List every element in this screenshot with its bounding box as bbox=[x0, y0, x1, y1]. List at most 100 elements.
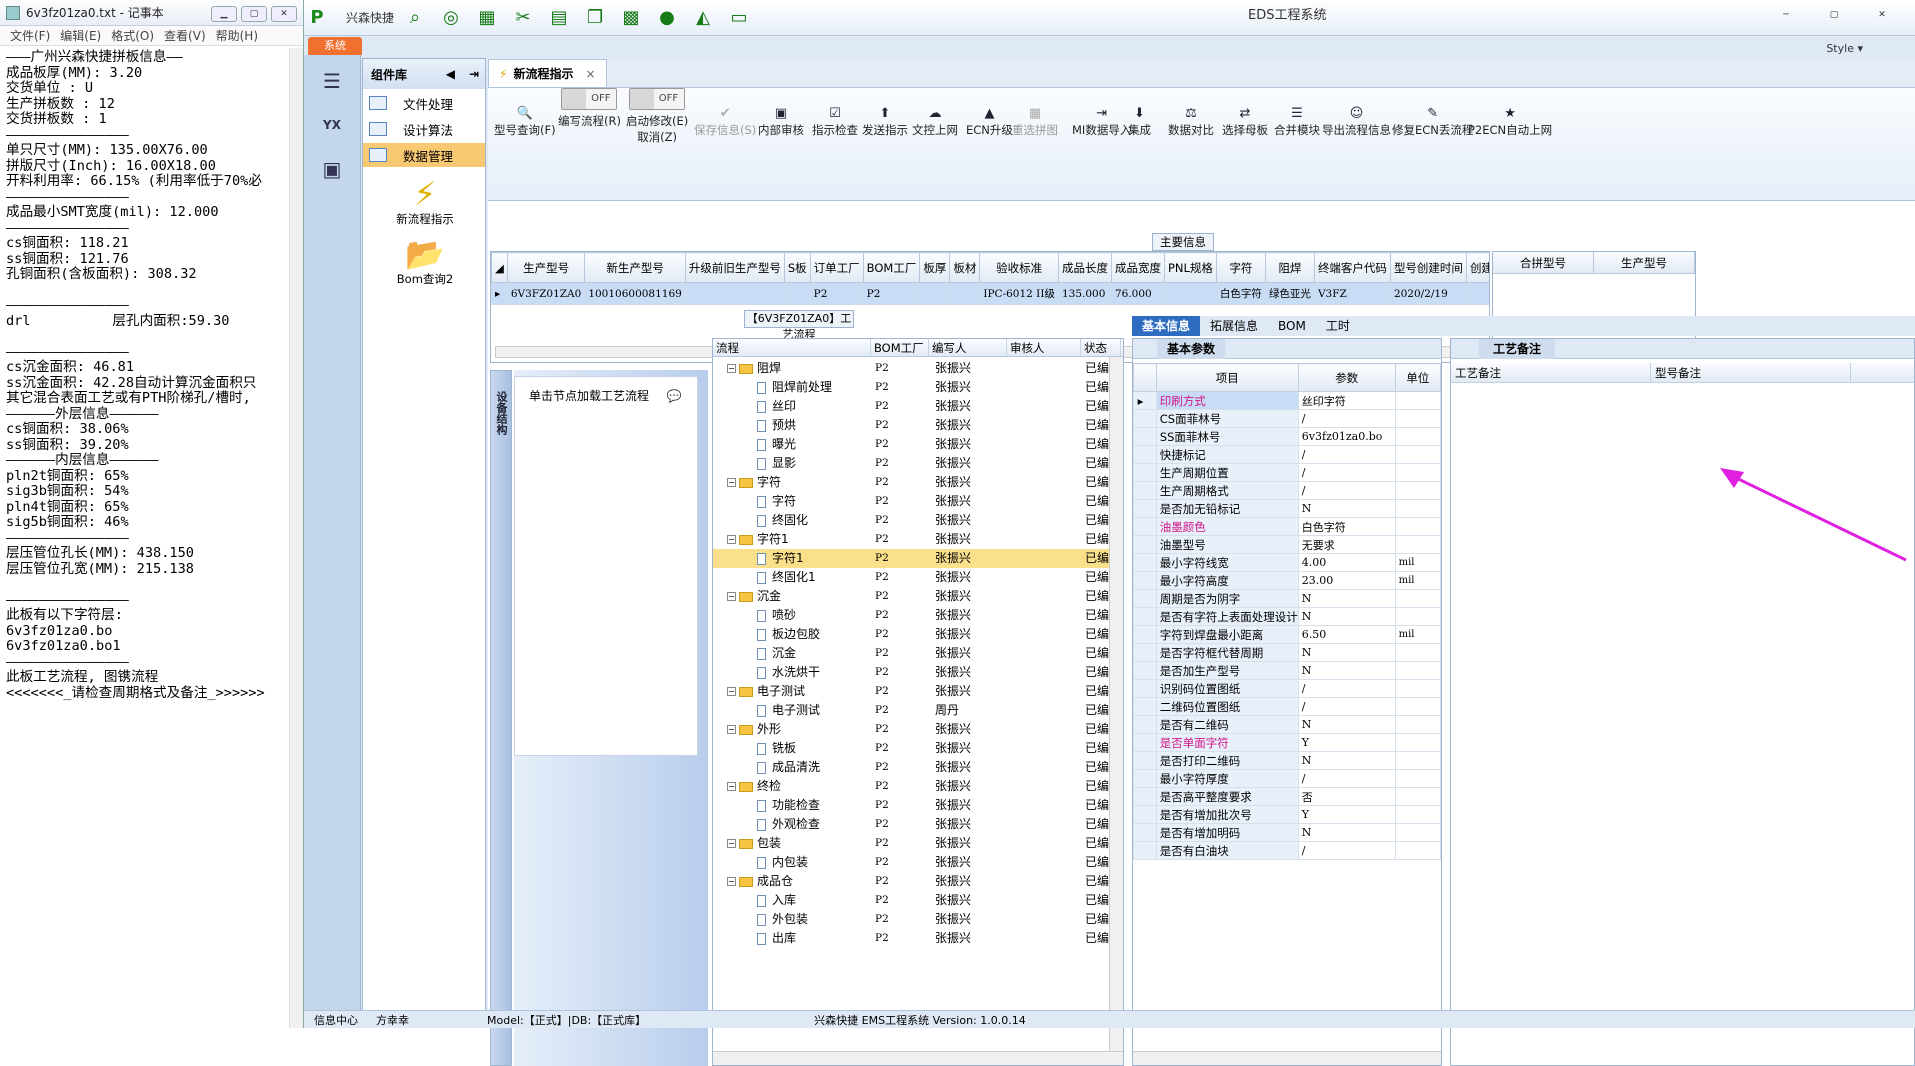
toolbar-button-17[interactable]: ★ P2ECN自动上网 bbox=[1468, 106, 1552, 138]
collapse-icon[interactable]: − bbox=[727, 687, 736, 696]
table-row[interactable]: 是否有白油块 / bbox=[1133, 841, 1442, 860]
param-value[interactable]: / bbox=[1297, 697, 1396, 716]
scissors-icon[interactable]: ✂ bbox=[510, 6, 536, 30]
table-row[interactable]: 字符到焊盘最小距离 6.50 mil bbox=[1133, 625, 1442, 644]
tab-basic-info[interactable]: 基本信息 bbox=[1132, 316, 1201, 336]
flow-row[interactable]: 显影 P2 张振兴 已编写 bbox=[713, 454, 1123, 473]
table-row[interactable]: 生产周期位置 / bbox=[1133, 463, 1442, 482]
table-row[interactable]: 油墨型号 无要求 bbox=[1133, 535, 1442, 554]
table-row[interactable]: 是否有二维码 N bbox=[1133, 715, 1442, 734]
param-value[interactable]: N bbox=[1297, 661, 1396, 680]
node-hint-box[interactable]: 单击节点加载工艺流程 💬 bbox=[514, 376, 698, 756]
param-value[interactable]: / bbox=[1297, 409, 1396, 428]
table-row[interactable]: ▸ 6V3FZ01ZA0 10010600081169 P2 P2 IPC-6012 II… bbox=[491, 282, 1489, 305]
chart-icon[interactable]: ◭ bbox=[690, 6, 716, 30]
grid-header[interactable]: 新生产型号 bbox=[584, 252, 686, 283]
menu-edit[interactable]: 编辑(E) bbox=[60, 27, 101, 44]
flow-row[interactable]: 曝光 P2 张振兴 已编写 bbox=[713, 435, 1123, 454]
table-icon[interactable]: ▦ bbox=[474, 6, 500, 30]
param-value[interactable]: Y bbox=[1297, 805, 1396, 824]
search-icon[interactable]: ⌕ bbox=[402, 6, 428, 30]
grid-header[interactable]: 成品宽度 bbox=[1110, 252, 1165, 283]
toolbar-button-2[interactable]: OFF 启动修改(E) 取消(Z) bbox=[626, 88, 688, 145]
table-row[interactable]: 最小字符线宽 4.00 mil bbox=[1133, 553, 1442, 572]
table-row[interactable]: 是否字符框代替周期 N bbox=[1133, 643, 1442, 662]
toolbar-button-15[interactable]: ☺ 导出流程信息 bbox=[1322, 106, 1391, 138]
flow-row[interactable]: − 阻焊 P2 张振兴 已编写 bbox=[713, 359, 1123, 378]
flow-row[interactable]: − 字符 P2 张振兴 已编写 bbox=[713, 473, 1123, 492]
yx-logo-icon[interactable]: YX bbox=[311, 107, 353, 143]
grid-cell[interactable]: 绿色亚光 bbox=[1264, 282, 1315, 305]
grid-header[interactable]: 型号创建时间 bbox=[1389, 252, 1467, 283]
tab-extended-info[interactable]: 拓展信息 bbox=[1200, 316, 1268, 336]
bom-query-item[interactable]: 📂 Bom查询2 bbox=[363, 235, 487, 287]
param-value[interactable]: 白色字符 bbox=[1297, 517, 1396, 536]
grid-cell[interactable]: 6V3FZ01ZA0 bbox=[506, 282, 586, 305]
flow-row[interactable]: − 成品仓 P2 张振兴 已编写 bbox=[713, 872, 1123, 891]
grid-header[interactable]: PNL规格 bbox=[1163, 252, 1217, 283]
table-row[interactable]: 是否有增加批次号 Y bbox=[1133, 805, 1442, 824]
flow-row[interactable]: 功能检查 P2 张振兴 已编写 bbox=[713, 796, 1123, 815]
flow-row[interactable]: 入库 P2 张振兴 已编写 bbox=[713, 891, 1123, 910]
grid-cell[interactable] bbox=[1163, 282, 1217, 305]
lifebuoy-icon[interactable]: ◎ bbox=[438, 6, 464, 30]
flow-row[interactable]: 终固化1 P2 张振兴 已编写 bbox=[713, 568, 1123, 587]
app-minimize-button[interactable]: ─ bbox=[1773, 8, 1799, 24]
menu-icon[interactable]: ☰ bbox=[311, 63, 353, 99]
table-row[interactable]: 生产周期格式 / bbox=[1133, 481, 1442, 500]
app-close-button[interactable]: ✕ bbox=[1869, 8, 1895, 24]
flow-vertical-scrollbar[interactable] bbox=[1109, 357, 1123, 1051]
param-value[interactable]: / bbox=[1297, 463, 1396, 482]
flow-row[interactable]: 预烘 P2 张振兴 已编写 bbox=[713, 416, 1123, 435]
table-row[interactable]: 是否有字符上表面处理设计 N bbox=[1133, 607, 1442, 626]
flow-row[interactable]: 外包装 P2 张振兴 已编写 bbox=[713, 910, 1123, 929]
collapse-icon[interactable]: − bbox=[727, 592, 736, 601]
param-value[interactable]: / bbox=[1297, 445, 1396, 464]
table-row[interactable]: SS面菲林号 6v3fz01za0.bo bbox=[1133, 427, 1442, 446]
flow-row[interactable]: 出库 P2 张振兴 已编写 bbox=[713, 929, 1123, 948]
table-row[interactable]: 是否打印二维码 N bbox=[1133, 751, 1442, 770]
grid-header[interactable]: 板厚 bbox=[919, 252, 951, 283]
table-row[interactable]: 最小字符厚度 / bbox=[1133, 769, 1442, 788]
table-row[interactable]: CS面菲林号 / bbox=[1133, 409, 1442, 428]
minimize-button[interactable]: ▁ bbox=[211, 6, 237, 22]
collapse-icon[interactable]: − bbox=[727, 535, 736, 544]
collapse-icon[interactable]: − bbox=[727, 478, 736, 487]
param-value[interactable]: N bbox=[1297, 823, 1396, 842]
grid-cell[interactable]: IPC-6012 II级 bbox=[979, 282, 1059, 305]
flow-row[interactable]: 字符1 P2 张振兴 已编写 bbox=[713, 549, 1123, 568]
menu-file[interactable]: 文件(F) bbox=[10, 27, 50, 44]
toolbar-button-12[interactable]: ⚖ 数据对比 bbox=[1168, 106, 1214, 138]
param-value[interactable]: 6.50 bbox=[1297, 625, 1396, 644]
flow-row[interactable]: 沉金 P2 张振兴 已编写 bbox=[713, 644, 1123, 663]
param-value[interactable]: / bbox=[1297, 679, 1396, 698]
flow-row[interactable]: 丝印 P2 张振兴 已编写 bbox=[713, 397, 1123, 416]
tab-bom[interactable]: BOM bbox=[1268, 316, 1316, 336]
grid-cell[interactable] bbox=[919, 282, 951, 305]
flow-row[interactable]: − 电子测试 P2 张振兴 已编写 bbox=[713, 682, 1123, 701]
flow-row[interactable]: 成品清洗 P2 张振兴 已编写 bbox=[713, 758, 1123, 777]
flow-row[interactable]: − 终检 P2 张振兴 已编写 bbox=[713, 777, 1123, 796]
param-value[interactable]: N bbox=[1297, 751, 1396, 770]
param-value[interactable]: N bbox=[1297, 589, 1396, 608]
tab-new-flow[interactable]: ⚡ 新流程指示 × bbox=[488, 59, 607, 87]
grid-cell[interactable]: 10010600081169 bbox=[584, 282, 686, 305]
close-tab-icon[interactable]: × bbox=[585, 67, 595, 81]
grid-cell[interactable] bbox=[949, 282, 981, 305]
grid-cell[interactable]: 135.000 bbox=[1057, 282, 1112, 305]
collapse-icon[interactable]: − bbox=[727, 364, 736, 373]
toolbar-button-8[interactable]: ▲ ECN升级 bbox=[966, 106, 1013, 138]
comp-item-design[interactable]: 设计算法 bbox=[363, 117, 485, 141]
table-row[interactable]: 是否加生产型号 N bbox=[1133, 661, 1442, 680]
param-value[interactable]: 无要求 bbox=[1297, 535, 1396, 554]
param-value[interactable]: Y bbox=[1297, 733, 1396, 752]
app-maximize-button[interactable]: ▢ bbox=[1821, 8, 1847, 24]
table-row[interactable]: 是否高平整度要求否 bbox=[1133, 787, 1442, 806]
grid-cell[interactable]: 2020/2/19 bbox=[1389, 282, 1467, 305]
grid-header[interactable]: 订单工厂 bbox=[809, 252, 864, 283]
comp-item-file[interactable]: 文件处理 bbox=[363, 91, 485, 115]
table-row[interactable]: 是否有增加明码 N bbox=[1133, 823, 1442, 842]
menu-format[interactable]: 格式(O) bbox=[111, 27, 154, 44]
grid-cell[interactable]: P2 bbox=[862, 282, 921, 305]
param-value[interactable]: / bbox=[1297, 481, 1396, 500]
